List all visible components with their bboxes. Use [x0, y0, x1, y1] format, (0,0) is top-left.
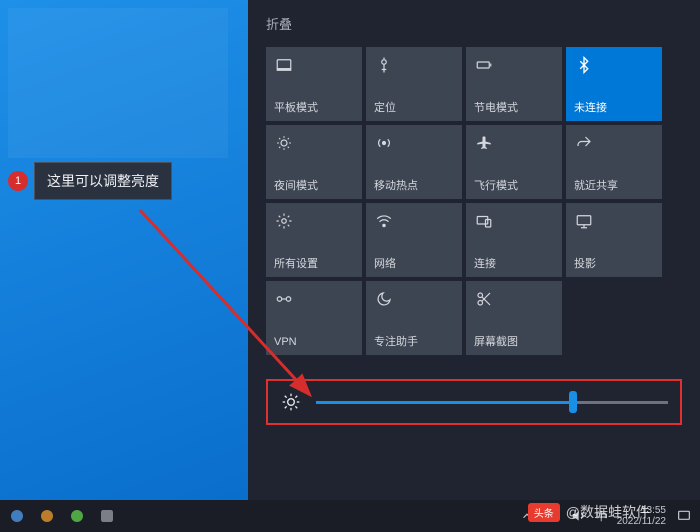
quick-action-tile[interactable]: 移动热点 — [366, 125, 462, 199]
focus-icon — [374, 289, 394, 309]
taskbar-app-icon[interactable] — [8, 507, 26, 525]
quick-action-tile[interactable]: 所有设置 — [266, 203, 362, 277]
tile-label: 飞行模式 — [474, 180, 554, 193]
quick-action-tile[interactable]: 平板模式 — [266, 47, 362, 121]
tile-label: 屏幕截图 — [474, 336, 554, 349]
tablet-icon — [274, 55, 294, 75]
tile-label: 移动热点 — [374, 180, 454, 193]
brightness-row — [266, 379, 682, 425]
quick-action-tile[interactable]: 就近共享 — [566, 125, 662, 199]
quick-action-tile[interactable]: 定位 — [366, 47, 462, 121]
bluetooth-icon — [574, 55, 594, 75]
quick-action-tile[interactable]: VPN — [266, 281, 362, 355]
taskbar-app-icon[interactable] — [38, 507, 56, 525]
annotation-callout: 1 这里可以调整亮度 — [8, 162, 172, 200]
annotation-text: 这里可以调整亮度 — [34, 162, 172, 200]
tile-label: 未连接 — [574, 102, 654, 115]
quick-action-tile[interactable]: 节电模式 — [466, 47, 562, 121]
quick-action-tile[interactable]: 夜间模式 — [266, 125, 362, 199]
vpn-icon — [274, 289, 294, 309]
watermark: 头条 @数据蛙软件 — [528, 502, 650, 522]
taskbar-left — [8, 507, 116, 525]
night-icon — [274, 133, 294, 153]
wifi-icon — [374, 211, 394, 231]
window-outline — [8, 8, 228, 158]
tile-label: 投影 — [574, 258, 654, 271]
tile-label: 就近共享 — [574, 180, 654, 193]
tile-label: 连接 — [474, 258, 554, 271]
quick-action-tile[interactable]: 未连接 — [566, 47, 662, 121]
slider-thumb[interactable] — [569, 391, 577, 413]
collapse-link[interactable]: 折叠 — [266, 14, 682, 33]
tile-label: 节电模式 — [474, 102, 554, 115]
action-center-panel: 折叠 平板模式 定位 节电模式 未连接夜间模式 移动热点 飞行模式 就近共享所有设置 网络 连接… — [248, 0, 700, 500]
tile-label: 定位 — [374, 102, 454, 115]
brightness-icon — [280, 391, 302, 413]
quick-action-tile[interactable]: 网络 — [366, 203, 462, 277]
tile-label: 所有设置 — [274, 258, 354, 271]
connect-icon — [474, 211, 494, 231]
annotation-badge: 1 — [8, 171, 28, 191]
slider-fill — [316, 401, 573, 404]
project-icon — [574, 211, 594, 231]
tile-label: 专注助手 — [374, 336, 454, 349]
quick-action-tiles: 平板模式 定位 节电模式 未连接夜间模式 移动热点 飞行模式 就近共享所有设置 网络 连接 投影 V… — [266, 47, 682, 355]
tile-label: 平板模式 — [274, 102, 354, 115]
battery-icon — [474, 55, 494, 75]
quick-action-tile[interactable]: 投影 — [566, 203, 662, 277]
tile-label: 夜间模式 — [274, 180, 354, 193]
quick-action-tile[interactable]: 专注助手 — [366, 281, 462, 355]
brightness-slider[interactable] — [316, 401, 668, 404]
tile-label: 网络 — [374, 258, 454, 271]
desktop-background — [0, 0, 248, 500]
share-icon — [574, 133, 594, 153]
taskbar-app-icon[interactable] — [98, 507, 116, 525]
snip-icon — [474, 289, 494, 309]
tray-notification-icon[interactable] — [676, 508, 692, 524]
quick-action-tile[interactable]: 飞行模式 — [466, 125, 562, 199]
tile-label: VPN — [274, 336, 354, 349]
airplane-icon — [474, 133, 494, 153]
taskbar-app-icon[interactable] — [68, 507, 86, 525]
quick-action-tile[interactable]: 连接 — [466, 203, 562, 277]
hotspot-icon — [374, 133, 394, 153]
location-icon — [374, 55, 394, 75]
quick-action-tile[interactable]: 屏幕截图 — [466, 281, 562, 355]
settings-icon — [274, 211, 294, 231]
watermark-author: @数据蛙软件 — [566, 502, 650, 522]
watermark-brand: 头条 — [528, 503, 560, 522]
